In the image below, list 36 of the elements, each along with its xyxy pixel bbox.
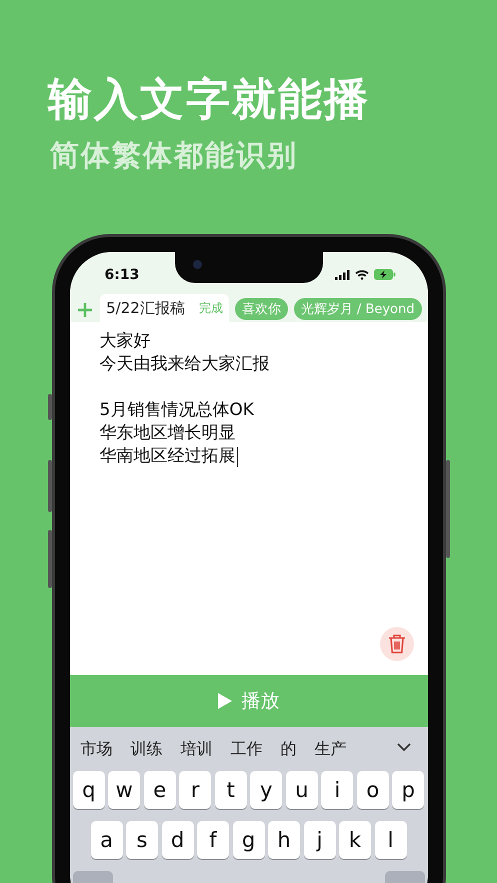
- keyboard-key[interactable]: a: [90, 821, 122, 859]
- keyboard-key[interactable]: e: [144, 771, 176, 809]
- editor-line: 大家好: [100, 330, 150, 353]
- candidate-word[interactable]: 训练: [130, 738, 176, 760]
- script-tab[interactable]: 5/22汇报稿 完成: [100, 294, 229, 322]
- candidate-word[interactable]: 工作: [230, 738, 276, 760]
- keyboard-key[interactable]: k: [339, 821, 371, 859]
- keyboard-key[interactable]: g: [232, 821, 264, 859]
- candidate-word[interactable]: 市场: [80, 738, 126, 760]
- editor-line: 华东地区增长明显: [100, 422, 236, 445]
- keyboard-key[interactable]: f: [197, 821, 229, 859]
- keyboard-key[interactable]: y: [250, 771, 282, 809]
- candidate-word[interactable]: 培训: [180, 738, 226, 760]
- keyboard-key[interactable]: j: [304, 821, 336, 859]
- editor-line: 华南地区经过拓展: [100, 445, 236, 468]
- editor-line: 5月销售情况总体OK: [100, 399, 254, 422]
- keyboard-key[interactable]: i: [321, 771, 354, 809]
- keyboard-key[interactable]: d: [162, 821, 194, 859]
- subheadline: 简体繁体都能识别: [50, 137, 298, 174]
- keyboard-key[interactable]: q: [72, 771, 105, 809]
- keyboard-key[interactable]: h: [268, 821, 300, 859]
- keyboard-key[interactable]: p: [392, 771, 424, 809]
- keyboard-key[interactable]: o: [356, 771, 389, 809]
- keyboard-key[interactable]: w: [108, 771, 140, 809]
- headline: 输入文字就能播: [48, 73, 370, 127]
- editor-line: 今天由我来给大家汇报: [100, 353, 270, 376]
- keyboard-key[interactable]: u: [286, 771, 318, 809]
- keyboard-key[interactable]: s: [126, 821, 158, 859]
- candidate-word[interactable]: 的: [280, 738, 310, 760]
- keyboard-key[interactable]: t: [214, 771, 247, 809]
- status-time: 6:13: [104, 266, 140, 282]
- keyboard-key[interactable]: r: [179, 771, 212, 809]
- candidate-word[interactable]: 生产: [314, 738, 360, 760]
- keyboard-key[interactable]: l: [374, 821, 406, 859]
- tab-label[interactable]: 5/22汇报稿: [106, 298, 185, 318]
- text-editor[interactable]: 大家好 今天由我来给大家汇报 5月销售情况总体OK 华东地区增长明显 华南地区经过拓展: [70, 322, 428, 675]
